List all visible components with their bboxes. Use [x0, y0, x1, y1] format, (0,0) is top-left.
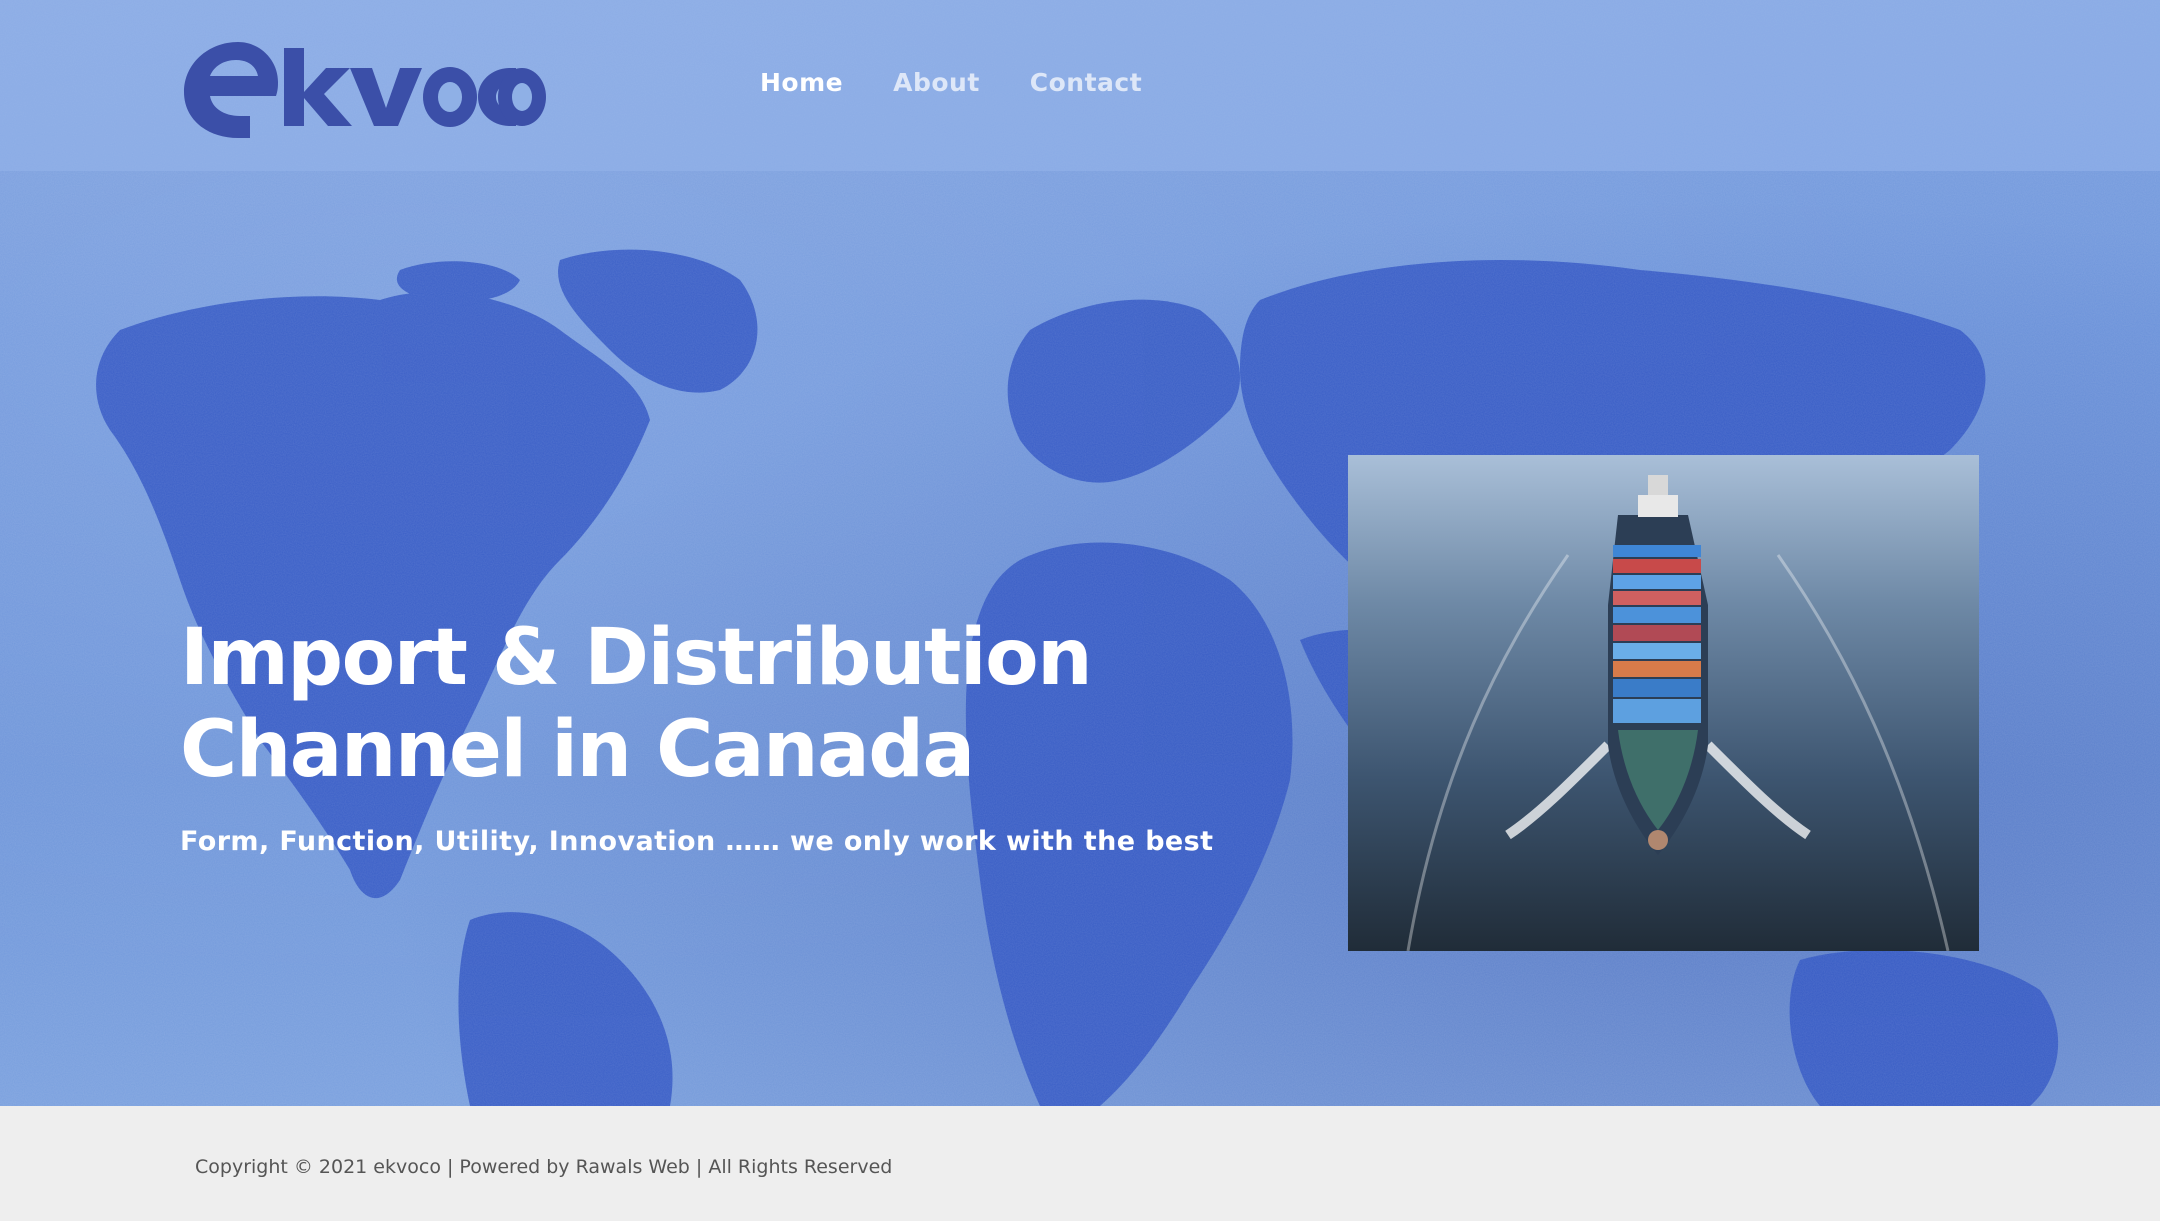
- cargo-ship-photo: [1348, 455, 1979, 951]
- hero-subtitle: Form, Function, Utility, Innovation …… w…: [180, 826, 1214, 857]
- hero-title: Import & Distribution Channel in Canada: [180, 612, 1180, 796]
- site-footer: Copyright © 2021 ekvoco | Powered by Raw…: [0, 1106, 2160, 1221]
- hero-title-line1: Import & Distribution: [180, 613, 1093, 703]
- hero-title-line2: Channel in Canada: [180, 705, 975, 795]
- footer-copyright: Copyright © 2021 ekvoco | Powered by Raw…: [195, 1156, 893, 1178]
- site-header: ekvoco Home About Contact: [0, 0, 2160, 171]
- nav-about-link[interactable]: About: [893, 68, 980, 97]
- nav-home-link[interactable]: Home: [760, 68, 843, 97]
- main-nav: Home About Contact: [760, 68, 1142, 97]
- ekvoco-logo[interactable]: [180, 30, 550, 140]
- nav-contact-link[interactable]: Contact: [1030, 68, 1142, 97]
